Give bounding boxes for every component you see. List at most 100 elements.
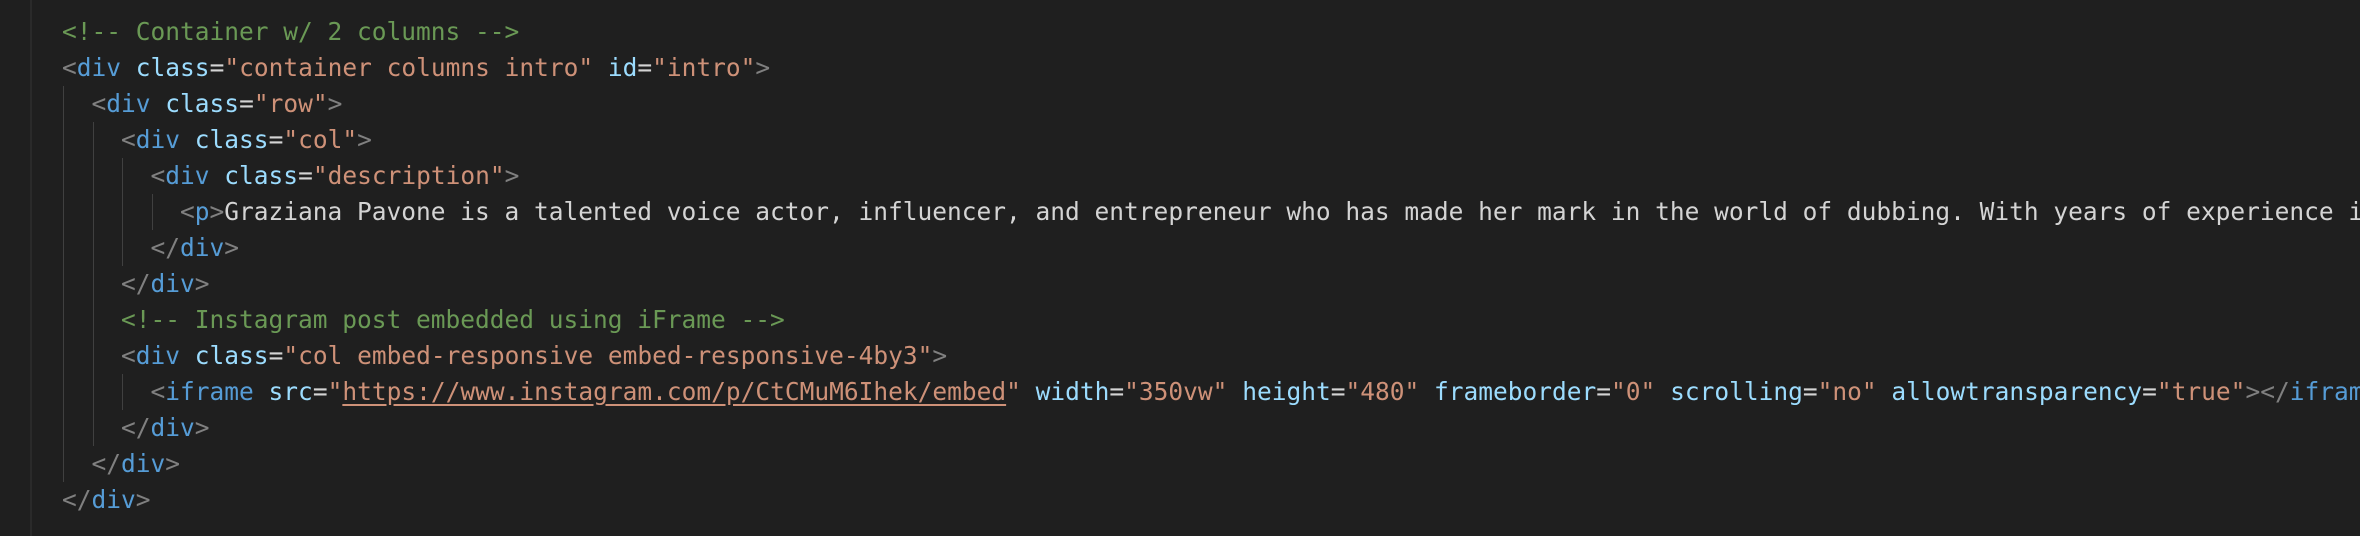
gutter-edge	[30, 0, 32, 536]
code-token: "	[327, 377, 343, 406]
code-token: =	[268, 341, 284, 370]
code-line-content: <div class="description">	[151, 158, 520, 194]
code-token: div	[91, 485, 136, 514]
code-line-content: </div>	[62, 482, 151, 518]
code-line-content: <p>Graziana Pavone is a talented voice a…	[180, 194, 2360, 230]
code-editor[interactable]: <!-- Container w/ 2 columns --> <div clas…	[0, 0, 2360, 536]
code-token: >	[357, 125, 372, 154]
indent-guide	[122, 374, 123, 410]
code-token: "350vw"	[1124, 377, 1228, 406]
code-token: =	[637, 53, 653, 82]
indent-guide	[151, 194, 153, 230]
code-link[interactable]: https://www.instagram.com/p/CtCMuM6Ihek/…	[342, 377, 1006, 406]
code-token: "col embed-responsive embed-responsive-4…	[283, 341, 933, 370]
code-token: class	[194, 125, 269, 154]
code-token: p	[194, 197, 210, 226]
code-token: width	[1035, 377, 1110, 406]
indent-guide	[92, 266, 94, 302]
code-token: "true"	[2156, 377, 2246, 406]
code-token: iframe	[165, 377, 254, 406]
code-token: =	[1802, 377, 1818, 406]
code-token: >	[209, 197, 225, 226]
code-token: <	[150, 377, 166, 406]
indent-guide	[63, 302, 64, 338]
code-token: div	[180, 233, 225, 262]
indent-guide	[92, 302, 94, 338]
code-token: =	[268, 125, 284, 154]
code-token: =	[1596, 377, 1612, 406]
indent-guide	[63, 158, 64, 194]
code-token: >	[135, 485, 151, 514]
code-token: </	[121, 269, 151, 298]
code-token: div	[76, 53, 122, 82]
code-token: >	[327, 89, 343, 118]
code-token: <	[150, 161, 166, 190]
code-line-content: <div class="row">	[92, 86, 343, 122]
indent-guide	[63, 446, 64, 482]
code-token: =	[2142, 377, 2157, 406]
indent-guide	[63, 194, 64, 230]
code-token: </	[150, 233, 181, 262]
code-token: "description"	[312, 161, 505, 190]
code-token: div	[121, 449, 166, 478]
indent-guide	[92, 122, 94, 158]
code-line-content: <div class="col embed-responsive embed-r…	[121, 338, 947, 374]
code-token: frameborder	[1434, 377, 1597, 406]
code-token: <	[121, 125, 136, 154]
code-token: "480"	[1345, 377, 1420, 406]
code-line-content: <!-- Container w/ 2 columns -->	[62, 14, 519, 50]
code-token: <!-- Instagram post embedded using iFram…	[121, 305, 785, 334]
code-token: =	[312, 377, 328, 406]
code-token: >	[932, 341, 948, 370]
indent-guide	[92, 410, 94, 446]
code-token: "container columns intro"	[224, 53, 594, 82]
code-token: class	[135, 53, 210, 82]
code-token: div	[150, 413, 195, 442]
code-token: <	[121, 341, 136, 370]
code-token: >	[194, 269, 210, 298]
code-token: class	[224, 161, 299, 190]
code-token: div	[165, 161, 210, 190]
indent-guide	[122, 230, 123, 266]
code-line-content: <div class="container columns intro" id=…	[62, 50, 770, 86]
code-token: >	[194, 413, 210, 442]
code-token: >	[224, 233, 240, 262]
indent-guide	[92, 158, 94, 194]
code-token: =	[1330, 377, 1346, 406]
code-token: id	[607, 53, 638, 82]
code-token: div	[106, 89, 151, 118]
indent-guide	[63, 86, 64, 122]
code-token: "row"	[253, 89, 328, 118]
indent-guide	[122, 158, 123, 194]
code-token: height	[1242, 377, 1331, 406]
code-token: iframe	[2289, 377, 2360, 406]
code-token: </	[91, 449, 122, 478]
code-token: =	[1109, 377, 1125, 406]
indent-guide	[63, 122, 64, 158]
code-token: <	[62, 53, 77, 82]
code-token: "0"	[1611, 377, 1656, 406]
code-token: =	[298, 161, 313, 190]
code-line-content: <iframe src="https://www.instagram.com/p…	[151, 374, 2360, 410]
code-token: ></	[2245, 377, 2290, 406]
code-line-content: <div class="col">	[121, 122, 372, 158]
code-line-content: <!-- Instagram post embedded using iFram…	[121, 302, 785, 338]
code-line-content: </div>	[151, 230, 240, 266]
indent-guide	[92, 338, 94, 374]
code-token: >	[755, 53, 771, 82]
code-token: <	[91, 89, 107, 118]
indent-guide	[92, 194, 94, 230]
code-token: >	[504, 161, 520, 190]
code-line-content: </div>	[121, 410, 210, 446]
code-token: class	[165, 89, 240, 118]
